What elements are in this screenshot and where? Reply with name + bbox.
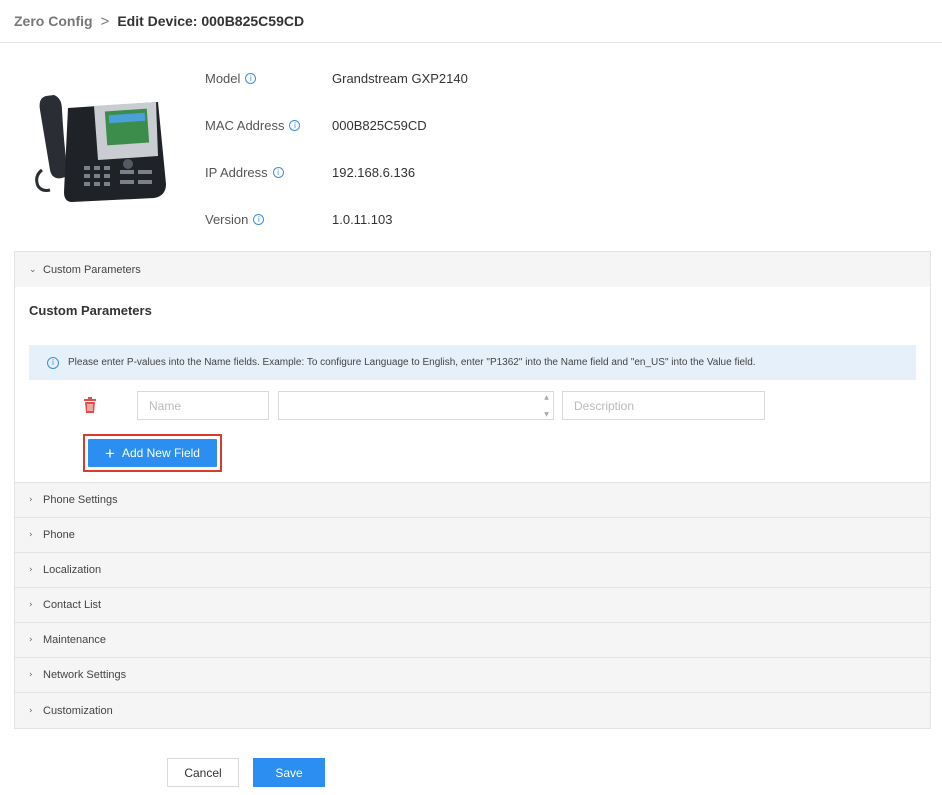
accordion-phone[interactable]: › Phone [15, 518, 930, 553]
accordion-label: Customization [43, 704, 113, 717]
chevron-right-icon: › [29, 495, 33, 505]
add-button-label: Add New Field [121, 446, 200, 460]
accordion-contact-list[interactable]: › Contact List [15, 588, 930, 623]
page-title: Edit Device: 000B825C59CD [117, 13, 305, 29]
plus-icon: + [105, 443, 115, 463]
model-value: Grandstream GXP2140 [332, 70, 468, 86]
version-label: Version [205, 211, 249, 227]
accordion-maintenance[interactable]: › Maintenance [15, 623, 930, 658]
device-mac-row: MAC Address i 000B825C59CD [205, 115, 427, 135]
chevron-right-icon: › [29, 635, 33, 645]
ip-value: 192.168.6.136 [332, 164, 416, 180]
info-icon[interactable]: i [245, 72, 257, 84]
accordion-network-settings[interactable]: › Network Settings [15, 658, 930, 693]
accordion-label: Contact List [43, 599, 102, 611]
trash-icon[interactable] [81, 396, 99, 414]
info-notice: i Please enter P-values into the Name fi… [29, 345, 916, 380]
accordion-label: Localization [43, 564, 102, 576]
device-ip-row: IP Address i 192.168.6.136 [205, 162, 415, 182]
add-new-field-button[interactable]: + Add New Field [88, 439, 217, 467]
breadcrumb: Zero Config > Edit Device: 000B825C59CD [0, 0, 942, 43]
device-image [35, 95, 166, 202]
cancel-button[interactable]: Cancel [167, 758, 239, 787]
accordion-label: Network Settings [43, 669, 127, 681]
device-model-row: Model i Grandstream GXP2140 [205, 68, 468, 88]
breadcrumb-zero-config[interactable]: Zero Config [14, 13, 93, 29]
save-button[interactable]: Save [253, 758, 325, 787]
accordion-label: Phone Settings [43, 494, 118, 506]
ip-label: IP Address [205, 164, 268, 180]
chevron-right-icon: › [29, 705, 33, 716]
section-title: Custom Parameters [29, 303, 152, 318]
info-icon[interactable]: i [272, 166, 284, 178]
info-icon: i [47, 356, 59, 369]
model-label: Model [205, 70, 241, 86]
settings-accordion: ⌄ Custom Parameters Custom Parameters i … [14, 251, 931, 729]
value-textarea[interactable]: ▲ ▼ [278, 391, 554, 420]
breadcrumb-separator: > [100, 12, 110, 30]
add-field-highlight: + Add New Field [83, 434, 222, 472]
chevron-right-icon: › [29, 670, 33, 680]
description-input[interactable]: Description [562, 391, 765, 420]
accordion-localization[interactable]: › Localization [15, 553, 930, 588]
chevron-down-icon: ⌄ [29, 264, 37, 275]
resize-handle-icon[interactable]: ▲ ▼ [542, 394, 551, 418]
notice-text: Please enter P-values into the Name fiel… [68, 357, 756, 368]
chevron-right-icon: › [29, 600, 33, 610]
accordion-custom-parameters[interactable]: ⌄ Custom Parameters [15, 252, 930, 287]
accordion-phone-settings[interactable]: › Phone Settings [15, 483, 930, 518]
custom-parameters-body: Custom Parameters i Please enter P-value… [15, 287, 930, 483]
mac-value: 000B825C59CD [332, 117, 427, 133]
accordion-label: Phone [43, 529, 75, 541]
accordion-label: Maintenance [43, 634, 106, 646]
chevron-right-icon: › [29, 530, 33, 540]
version-value: 1.0.11.103 [332, 211, 393, 227]
device-version-row: Version i 1.0.11.103 [205, 209, 392, 229]
name-input[interactable]: Name [137, 391, 269, 420]
accordion-label: Custom Parameters [43, 263, 141, 276]
mac-label: MAC Address [205, 117, 285, 133]
chevron-right-icon: › [29, 565, 33, 575]
info-icon[interactable]: i [289, 119, 301, 131]
info-icon[interactable]: i [253, 213, 265, 225]
accordion-customization[interactable]: › Customization [15, 693, 930, 728]
